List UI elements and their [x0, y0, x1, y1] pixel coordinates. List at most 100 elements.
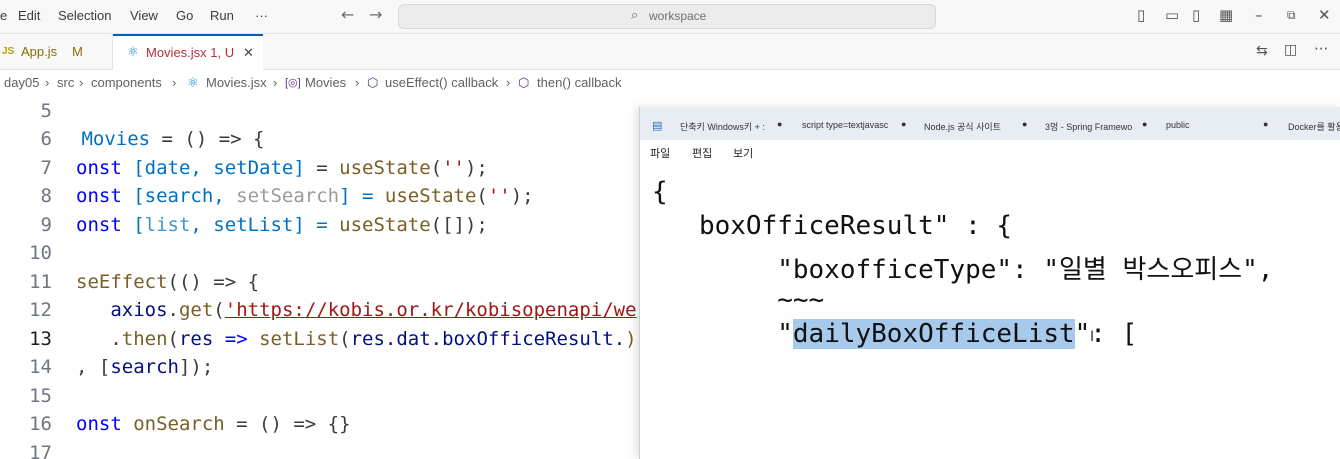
notepad-text-line[interactable]: "boxofficeType": "일별 박스오피스", [652, 249, 1273, 286]
notepad-tab[interactable]: script type=textjavasc [802, 120, 888, 130]
tab-app-js[interactable]: JS App.js M [0, 34, 113, 69]
line-number: 5 [40, 100, 52, 122]
customize-layout-icon[interactable]: ▦ [1219, 6, 1233, 24]
toggle-panel-icon[interactable]: ▭ [1165, 6, 1179, 24]
close-tab-icon[interactable]: ✕ [243, 45, 254, 61]
notepad-tab[interactable]: Node.js 공식 사이트 [924, 120, 1001, 133]
code-token: . [167, 299, 179, 321]
code-line-16: onst onSearch = () => {} [76, 413, 351, 435]
breadcrumb-src[interactable]: src [57, 75, 74, 90]
selected-text[interactable]: dailyBoxOfficeList [792, 319, 1075, 349]
js-file-icon: JS [2, 46, 15, 57]
code-token: onst [76, 185, 134, 207]
code-line-13: .then(res => setList(res.dat.boxOfficeRe… [76, 328, 636, 350]
code-token: ); [510, 185, 534, 207]
restore-icon[interactable]: ⧉ [1287, 8, 1296, 23]
search-icon: ⌕ [631, 8, 639, 23]
notepad-menu-edit[interactable]: 편집 [692, 145, 712, 161]
code-line-6: Movies = () => { [70, 128, 264, 150]
breadcrumb-useeffect-callback[interactable]: useEffect() callback [385, 75, 498, 90]
split-editor-icon[interactable]: ◫ [1284, 42, 1297, 58]
more-actions-icon[interactable]: ··· [1314, 40, 1328, 58]
notepad-tab[interactable]: public [1166, 120, 1190, 130]
code-line-12: axios.get('https://kobis.or.kr/kobisopen… [76, 299, 636, 321]
tab-label: Movies.jsx 1, U [146, 45, 235, 60]
code-token: search [110, 356, 179, 378]
code-token: ] = [339, 185, 385, 207]
code-token: res.dat.boxOfficeResult. [350, 328, 626, 350]
tab-close-dot-icon[interactable]: ● [1022, 119, 1027, 129]
menu-view[interactable]: View [130, 8, 158, 23]
code-token: . [76, 328, 122, 350]
line-number: 8 [40, 185, 52, 207]
forward-arrow-icon[interactable]: → [369, 5, 382, 24]
notepad-tab[interactable]: 3멍 - Spring Framewo [1045, 120, 1132, 133]
notepad-text-line[interactable]: { [652, 177, 668, 207]
search-placeholder: workspace [649, 9, 707, 23]
chevron-right-icon: › [45, 75, 50, 90]
toggle-secondary-sidebar-icon[interactable]: ▯ [1192, 6, 1200, 24]
line-number: 15 [29, 385, 52, 407]
notepad-window: ▤ 단축키 Windows키 + : ● script type=textjav… [639, 107, 1340, 459]
code-token: onSearch [133, 413, 225, 435]
code-editor[interactable]: 5 6 7 8 9 10 11 12 13 14 15 16 17 Movies… [0, 96, 640, 459]
code-token: useState [339, 214, 431, 236]
notepad-text-line[interactable]: ~~~ [652, 285, 824, 315]
menu-go[interactable]: Go [176, 8, 193, 23]
line-number: 9 [40, 214, 52, 236]
code-line-8: onst [search, setSearch] = useState(''); [76, 185, 534, 207]
tab-close-dot-icon[interactable]: ● [1142, 119, 1147, 129]
breadcrumb-movies[interactable]: Movies [305, 75, 346, 90]
line-number: 14 [29, 356, 52, 378]
code-token: seEffect [76, 271, 168, 293]
menu-edit[interactable]: Edit [18, 8, 40, 23]
breadcrumb-then-callback[interactable]: then() callback [537, 75, 622, 90]
react-file-icon: ⚛ [127, 44, 139, 59]
code-token: onst [76, 214, 134, 236]
menu-run[interactable]: Run [210, 8, 234, 23]
notepad-text-line[interactable]: "dailyBoxOfficeList": [ [652, 319, 1137, 349]
command-center-search[interactable]: ⌕ workspace [398, 4, 936, 29]
chevron-right-icon: › [273, 75, 278, 90]
back-arrow-icon[interactable]: ← [341, 5, 354, 24]
tab-close-dot-icon[interactable]: ● [777, 119, 782, 129]
variable-icon: [◎] [285, 77, 301, 89]
compare-changes-icon[interactable]: ⇆ [1256, 43, 1268, 59]
menu-selection[interactable]: Selection [58, 8, 111, 23]
minimize-icon[interactable]: – [1255, 6, 1263, 24]
method-cube-icon: ⬡ [518, 75, 530, 90]
code-line-11: seEffect(() => { [76, 271, 259, 293]
notepad-menu-view[interactable]: 보기 [733, 145, 753, 161]
notepad-tab[interactable]: 단축키 Windows키 + : [680, 120, 765, 133]
breadcrumb-components[interactable]: components [91, 75, 162, 90]
menu-more[interactable]: ··· [255, 8, 268, 23]
tab-close-dot-icon[interactable]: ● [901, 119, 906, 129]
code-token: = () => { [150, 128, 265, 150]
breadcrumb-day05[interactable]: day05 [4, 75, 39, 90]
code-token: , [ [76, 356, 111, 378]
notepad-app-icon: ▤ [652, 119, 663, 132]
code-token: list [144, 214, 191, 236]
notepad-menu-file[interactable]: 파일 [650, 145, 670, 161]
breadcrumb-movies-jsx[interactable]: Movies.jsx [206, 75, 267, 90]
code-token: , setList] = [190, 214, 340, 236]
toggle-primary-sidebar-icon[interactable]: ▯ [1137, 6, 1145, 24]
line-number: 10 [29, 242, 52, 264]
code-token: useState [384, 185, 477, 207]
chevron-right-icon: › [172, 75, 177, 90]
code-token: = [304, 157, 340, 179]
line-number: 17 [29, 442, 52, 459]
chevron-right-icon: › [506, 75, 511, 90]
notepad-text-line[interactable]: boxOfficeResult" : { [652, 211, 1012, 241]
code-token: [search, [133, 185, 237, 207]
close-window-icon[interactable]: ✕ [1318, 6, 1331, 24]
menu-file[interactable]: e [0, 8, 7, 23]
tab-movies-jsx[interactable]: ⚛ Movies.jsx 1, U ✕ [113, 34, 263, 70]
notepad-tab[interactable]: Docker를 활용 [1288, 120, 1340, 133]
tab-close-dot-icon[interactable]: ● [1263, 119, 1268, 129]
code-token: '' [487, 185, 511, 207]
tab-label: App.js [21, 44, 58, 59]
notepad-tab-strip: ▤ 단축키 Windows키 + : ● script type=textjav… [640, 107, 1340, 140]
line-number: 16 [29, 413, 52, 435]
text-cursor-icon: I [1090, 329, 1095, 345]
